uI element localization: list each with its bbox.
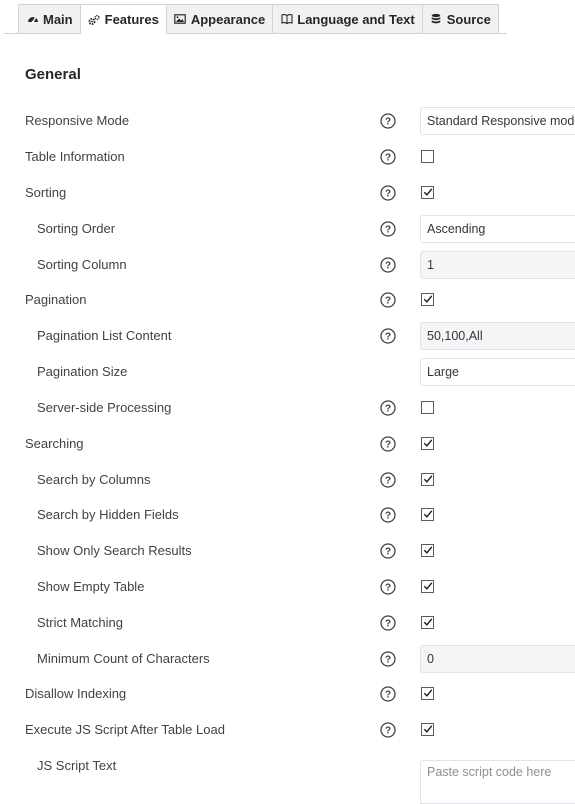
strict-matching-label: Strict Matching <box>37 615 123 630</box>
svg-text:?: ? <box>385 690 391 701</box>
svg-text:?: ? <box>385 440 391 451</box>
pagination-checkbox[interactable] <box>421 293 434 306</box>
tab-appearance-label: Appearance <box>190 11 266 27</box>
help-icon[interactable]: ? <box>380 185 396 201</box>
checkmark-icon <box>423 618 433 626</box>
sorting-order-label: Sorting Order <box>37 221 116 236</box>
checkmark-icon <box>423 475 433 483</box>
sorting-column-input[interactable]: 1 <box>420 251 575 279</box>
gears-icon <box>88 13 101 26</box>
help-icon[interactable]: ? <box>380 615 396 631</box>
help-icon[interactable]: ? <box>380 257 396 273</box>
pagination-list-content-input[interactable]: 50,100,All <box>420 322 575 350</box>
sorting-checkbox[interactable] <box>421 186 434 199</box>
help-icon[interactable]: ? <box>380 507 396 523</box>
help-icon[interactable]: ? <box>380 543 396 559</box>
table-information-label: Table Information <box>25 149 125 164</box>
help-icon[interactable]: ? <box>380 113 396 129</box>
help-icon[interactable]: ? <box>380 400 396 416</box>
checkmark-icon <box>423 439 433 447</box>
svg-text:?: ? <box>385 511 391 522</box>
server-side-processing-label: Server-side Processing <box>37 400 172 415</box>
svg-text:?: ? <box>385 153 391 164</box>
sorting-label: Sorting <box>25 185 67 200</box>
minimum-count-label: Minimum Count of Characters <box>37 651 210 666</box>
responsive-mode-label: Responsive Mode <box>25 113 130 128</box>
svg-text:?: ? <box>385 189 391 200</box>
js-script-textarea[interactable]: Paste script code here <box>420 760 575 804</box>
tab-main[interactable]: Main <box>18 4 81 33</box>
svg-text:?: ? <box>385 225 391 236</box>
pagination-list-content-label: Pagination List Content <box>37 328 172 343</box>
help-icon[interactable]: ? <box>380 651 396 667</box>
execute-js-checkbox[interactable] <box>421 723 434 736</box>
svg-text:?: ? <box>385 547 391 558</box>
responsive-mode-select[interactable]: Standard Responsive mode <box>420 107 575 135</box>
checkmark-icon <box>423 295 433 303</box>
help-icon[interactable]: ? <box>380 472 396 488</box>
search-by-hidden-fields-checkbox[interactable] <box>421 508 434 521</box>
pagination-size-label: Pagination Size <box>37 364 128 379</box>
strict-matching-checkbox[interactable] <box>421 616 434 629</box>
show-empty-table-label: Show Empty Table <box>37 579 145 594</box>
svg-text:?: ? <box>385 332 391 343</box>
help-icon[interactable]: ? <box>380 221 396 237</box>
section-title: General <box>25 66 81 83</box>
disallow-indexing-label: Disallow Indexing <box>25 686 127 701</box>
tab-main-label: Main <box>43 11 73 27</box>
checkmark-icon <box>423 582 433 590</box>
show-only-search-results-label: Show Only Search Results <box>37 543 192 558</box>
checkmark-icon <box>423 725 433 733</box>
tab-source-label: Source <box>446 11 491 27</box>
help-icon[interactable]: ? <box>380 579 396 595</box>
tab-features-label: Features <box>104 12 159 27</box>
pagination-size-select[interactable]: Large <box>420 358 575 386</box>
svg-text:?: ? <box>385 296 391 307</box>
pagination-label: Pagination <box>25 292 87 307</box>
svg-text:?: ? <box>385 726 391 737</box>
help-icon[interactable]: ? <box>380 328 396 344</box>
execute-js-label: Execute JS Script After Table Load <box>25 722 225 737</box>
search-by-columns-label: Search by Columns <box>37 472 151 487</box>
checkmark-icon <box>423 188 433 196</box>
svg-text:?: ? <box>385 583 391 594</box>
show-only-search-results-checkbox[interactable] <box>421 544 434 557</box>
tab-language-and-text[interactable]: Language and Text <box>272 4 423 33</box>
svg-text:?: ? <box>385 404 391 415</box>
help-icon[interactable]: ? <box>380 436 396 452</box>
checkmark-icon <box>423 510 433 518</box>
js-script-text-label: JS Script Text <box>37 758 117 773</box>
svg-text:?: ? <box>385 619 391 630</box>
svg-text:?: ? <box>385 655 391 666</box>
help-icon[interactable]: ? <box>380 722 396 738</box>
svg-text:?: ? <box>385 261 391 272</box>
checkmark-icon <box>423 546 433 554</box>
tab-features[interactable]: Features <box>79 4 167 34</box>
searching-label: Searching <box>25 436 84 451</box>
search-by-hidden-fields-label: Search by Hidden Fields <box>37 507 179 522</box>
minimum-count-input[interactable]: 0 <box>420 645 575 673</box>
tab-source[interactable]: Source <box>421 4 499 33</box>
checkmark-icon <box>423 689 433 697</box>
show-empty-table-checkbox[interactable] <box>421 580 434 593</box>
help-icon[interactable]: ? <box>380 686 396 702</box>
svg-text:?: ? <box>385 117 391 128</box>
search-by-columns-checkbox[interactable] <box>421 473 434 486</box>
help-icon[interactable]: ? <box>380 149 396 165</box>
table-information-checkbox[interactable] <box>421 150 434 163</box>
help-icon[interactable]: ? <box>380 292 396 308</box>
svg-text:?: ? <box>385 476 391 487</box>
sorting-column-label: Sorting Column <box>37 257 127 272</box>
searching-checkbox[interactable] <box>421 437 434 450</box>
server-side-processing-checkbox[interactable] <box>421 401 434 414</box>
tab-appearance[interactable]: Appearance <box>165 4 274 33</box>
database-icon <box>430 13 443 26</box>
tab-language-label: Language and Text <box>297 11 415 27</box>
book-icon <box>280 13 293 26</box>
sorting-order-select[interactable]: Ascending <box>420 215 575 243</box>
dashboard-icon <box>26 13 39 26</box>
image-icon <box>174 13 187 26</box>
disallow-indexing-checkbox[interactable] <box>421 687 434 700</box>
tab-bar: Main Features Appearance Language and Te… <box>18 4 499 34</box>
